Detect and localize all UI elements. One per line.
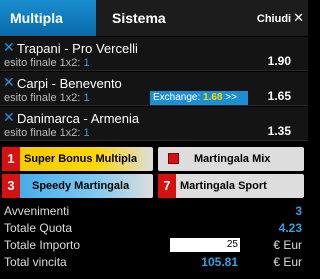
- bet-description: esito finale 1x2: 1: [4, 92, 90, 104]
- remove-icon[interactable]: ✕: [3, 74, 15, 91]
- tab-sistema[interactable]: Sistema: [112, 0, 166, 36]
- remove-icon[interactable]: ✕: [3, 109, 15, 126]
- summary-vincita: Total vincita 105.81 € Eur: [0, 254, 308, 271]
- promo-badge: 7: [158, 174, 176, 198]
- exchange-arrow-icon: >>: [225, 92, 237, 103]
- market-label: esito finale 1x2:: [4, 57, 81, 69]
- pick-value: 1: [83, 57, 90, 69]
- summary-label: Totale Quota: [4, 221, 73, 235]
- summary-importo: Totale Importo 25 € Eur: [0, 237, 308, 254]
- exchange-button[interactable]: Exchange: 1.68 >>: [150, 91, 248, 105]
- match-name: Danimarca - Armenia: [17, 111, 140, 126]
- stake-input[interactable]: 25: [170, 238, 240, 252]
- promo-badge: 1: [2, 147, 20, 171]
- market-label: esito finale 1x2:: [4, 127, 81, 139]
- summary-label: Totale Importo: [4, 238, 81, 252]
- square-icon: [168, 153, 179, 164]
- currency-label: € Eur: [273, 255, 302, 269]
- summary-value: 3: [295, 204, 302, 218]
- summary-value: 4.23: [278, 221, 302, 235]
- summary-avvenimenti: Avvenimenti 3: [0, 203, 308, 220]
- currency-label: € Eur: [273, 238, 302, 252]
- odd-value: 1.35: [267, 124, 291, 138]
- speedy-martingala-button[interactable]: 3 Speedy Martingala: [2, 174, 153, 198]
- promo-label: Martingala Sport: [180, 180, 267, 192]
- martingala-mix-button[interactable]: Martingala Mix: [158, 147, 304, 171]
- super-bonus-multipla-button[interactable]: 1 Super Bonus Multipla: [2, 147, 153, 171]
- pick-value: 1: [83, 92, 90, 104]
- market-label: esito finale 1x2:: [4, 92, 81, 104]
- odd-value: 1.65: [267, 89, 291, 103]
- promo-label: Speedy Martingala: [32, 180, 130, 192]
- close-icon: ✕: [293, 10, 304, 25]
- bet-row: ✕ Trapani - Pro Vercelli esito finale 1x…: [0, 37, 308, 71]
- exchange-value: 1.68: [203, 92, 223, 103]
- bet-description: esito finale 1x2: 1: [4, 57, 90, 69]
- bet-row: ✕ Danimarca - Armenia esito finale 1x2: …: [0, 107, 308, 141]
- remove-icon[interactable]: ✕: [3, 39, 15, 56]
- summary-quota: Totale Quota 4.23: [0, 220, 308, 237]
- match-name: Carpi - Benevento: [17, 76, 122, 91]
- summary-label: Total vincita: [4, 255, 67, 269]
- promo-label: Martingala Mix: [194, 153, 271, 165]
- odd-value: 1.90: [267, 54, 291, 68]
- summary-label: Avvenimenti: [4, 204, 70, 218]
- martingala-sport-button[interactable]: 7 Martingala Sport: [158, 174, 304, 198]
- close-button[interactable]: Chiudi ✕: [257, 0, 304, 36]
- bet-slip-tabs: Multipla Sistema Chiudi ✕: [0, 0, 308, 36]
- match-name: Trapani - Pro Vercelli: [17, 41, 138, 56]
- promo-label: Super Bonus Multipla: [24, 153, 138, 165]
- bet-description: esito finale 1x2: 1: [4, 127, 90, 139]
- pick-value: 1: [83, 127, 90, 139]
- close-label: Chiudi: [256, 13, 292, 25]
- bet-row: ✕ Carpi - Benevento esito finale 1x2: 1 …: [0, 72, 308, 106]
- exchange-label: Exchange:: [153, 92, 201, 103]
- promo-badge: 3: [2, 174, 20, 198]
- tab-multipla[interactable]: Multipla: [0, 0, 96, 36]
- summary-value: 105.81: [201, 255, 238, 269]
